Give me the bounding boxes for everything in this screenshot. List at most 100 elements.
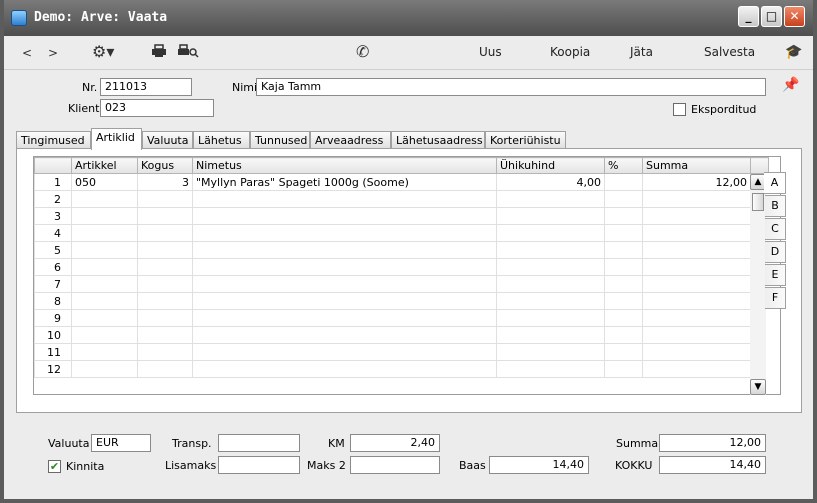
cell-kogus[interactable]: 3 — [137, 173, 193, 191]
cell-nimetus[interactable] — [192, 258, 497, 276]
cell-kogus[interactable] — [137, 224, 193, 242]
kinnita-checkbox[interactable]: ✔ — [48, 460, 61, 473]
print-icon[interactable] — [151, 44, 167, 62]
cell-artikkel[interactable] — [71, 241, 138, 259]
save-button[interactable]: Salvesta — [704, 45, 755, 59]
cell-percent[interactable] — [604, 207, 643, 225]
cell-kogus[interactable] — [137, 190, 193, 208]
valuuta-field[interactable]: EUR — [91, 434, 151, 452]
cell-nimetus[interactable] — [192, 275, 497, 293]
tab-tingimused[interactable]: Tingimused — [16, 131, 91, 149]
cell-nimetus[interactable] — [192, 326, 497, 344]
cell-artikkel[interactable] — [71, 224, 138, 242]
cell-summa[interactable] — [642, 190, 751, 208]
cell-kogus[interactable] — [137, 326, 193, 344]
cell-nimetus[interactable] — [192, 190, 497, 208]
baas-field[interactable]: 14,40 — [489, 456, 589, 474]
next-record-icon[interactable]: > — [48, 46, 58, 60]
cell-uhikuhind[interactable] — [496, 224, 605, 242]
col-summa[interactable]: Summa — [642, 157, 751, 174]
col-artikkel[interactable]: Artikkel — [71, 157, 138, 174]
cell-percent[interactable] — [604, 326, 643, 344]
cell-uhikuhind[interactable] — [496, 326, 605, 344]
table-row[interactable]: 6 — [34, 258, 769, 276]
skip-button[interactable]: Jäta — [630, 45, 653, 59]
cell-percent[interactable] — [604, 309, 643, 327]
graduation-cap-icon[interactable]: 🎓 — [785, 44, 802, 60]
cell-uhikuhind[interactable] — [496, 309, 605, 327]
cell-artikkel[interactable] — [71, 292, 138, 310]
col-percent[interactable]: % — [604, 157, 643, 174]
cell-uhikuhind[interactable] — [496, 360, 605, 378]
cell-percent[interactable] — [604, 190, 643, 208]
cell-summa[interactable] — [642, 309, 751, 327]
cell-nimetus[interactable] — [192, 360, 497, 378]
col-nimetus[interactable]: Nimetus — [192, 157, 497, 174]
table-row[interactable]: 12 — [34, 360, 769, 378]
title-bar[interactable]: Demo: Arve: Vaata _ □ ✕ — [4, 0, 813, 36]
cell-uhikuhind[interactable] — [496, 190, 605, 208]
cell-summa[interactable] — [642, 275, 751, 293]
print-preview-icon[interactable] — [177, 44, 199, 62]
cell-nimetus[interactable] — [192, 343, 497, 361]
tab-tunnused[interactable]: Tunnused — [250, 131, 310, 149]
side-tab-b[interactable]: B — [765, 195, 786, 217]
cell-nimetus[interactable] — [192, 224, 497, 242]
eksporditud-checkbox[interactable] — [673, 103, 686, 116]
cell-uhikuhind[interactable] — [496, 343, 605, 361]
summa-field[interactable]: 12,00 — [659, 434, 766, 452]
scroll-down-icon[interactable]: ▼ — [750, 379, 766, 395]
cell-uhikuhind[interactable] — [496, 207, 605, 225]
cell-artikkel[interactable] — [71, 343, 138, 361]
table-row[interactable]: 11 — [34, 343, 769, 361]
cell-artikkel[interactable] — [71, 207, 138, 225]
gear-menu-icon[interactable]: ⚙▾ — [92, 42, 114, 61]
table-row[interactable]: 7 — [34, 275, 769, 293]
tab-korteriuhistu[interactable]: Korteriühistu — [485, 131, 566, 149]
cell-kogus[interactable] — [137, 275, 193, 293]
cell-percent[interactable] — [604, 224, 643, 242]
phone-icon[interactable]: ✆ — [356, 42, 369, 61]
grid-scrollbar[interactable]: ▲ ▼ — [750, 174, 766, 395]
table-row[interactable]: 1 050 3 "Myllyn Paras" Spageti 1000g (Soome… — [34, 173, 769, 191]
maximize-button[interactable]: □ — [761, 6, 782, 27]
cell-nimetus[interactable] — [192, 292, 497, 310]
cell-artikkel[interactable] — [71, 360, 138, 378]
new-button[interactable]: Uus — [479, 45, 502, 59]
cell-summa[interactable] — [642, 326, 751, 344]
table-row[interactable]: 9 — [34, 309, 769, 327]
cell-percent[interactable] — [604, 275, 643, 293]
table-row[interactable]: 10 — [34, 326, 769, 344]
side-tab-c[interactable]: C — [765, 218, 786, 240]
side-tab-f[interactable]: F — [765, 287, 786, 309]
cell-kogus[interactable] — [137, 360, 193, 378]
transp-field[interactable] — [218, 434, 300, 452]
tab-valuuta[interactable]: Valuuta — [142, 131, 193, 149]
minimize-button[interactable]: _ — [738, 6, 759, 27]
cell-percent[interactable] — [604, 258, 643, 276]
tab-lahetusaadress[interactable]: Lähetusaadress — [391, 131, 485, 149]
cell-percent[interactable] — [604, 241, 643, 259]
cell-summa[interactable] — [642, 258, 751, 276]
cell-summa[interactable]: 12,00 — [642, 173, 751, 191]
table-row[interactable]: 4 — [34, 224, 769, 242]
cell-nimetus[interactable] — [192, 241, 497, 259]
copy-button[interactable]: Koopia — [550, 45, 590, 59]
tab-lahetus[interactable]: Lähetus — [193, 131, 250, 149]
side-tab-e[interactable]: E — [765, 264, 786, 286]
scroll-thumb[interactable] — [752, 193, 764, 211]
cell-summa[interactable] — [642, 241, 751, 259]
side-tab-d[interactable]: D — [765, 241, 786, 263]
pin-icon[interactable]: 📌 — [782, 77, 799, 93]
maks2-field[interactable] — [350, 456, 440, 474]
nimi-field[interactable]: Kaja Tamm — [256, 78, 766, 96]
km-field[interactable]: 2,40 — [350, 434, 440, 452]
cell-artikkel[interactable] — [71, 326, 138, 344]
cell-uhikuhind[interactable] — [496, 292, 605, 310]
cell-artikkel[interactable] — [71, 275, 138, 293]
table-row[interactable]: 5 — [34, 241, 769, 259]
cell-kogus[interactable] — [137, 241, 193, 259]
cell-artikkel[interactable] — [71, 258, 138, 276]
table-row[interactable]: 3 — [34, 207, 769, 225]
klient-field[interactable]: 023 — [100, 99, 214, 117]
